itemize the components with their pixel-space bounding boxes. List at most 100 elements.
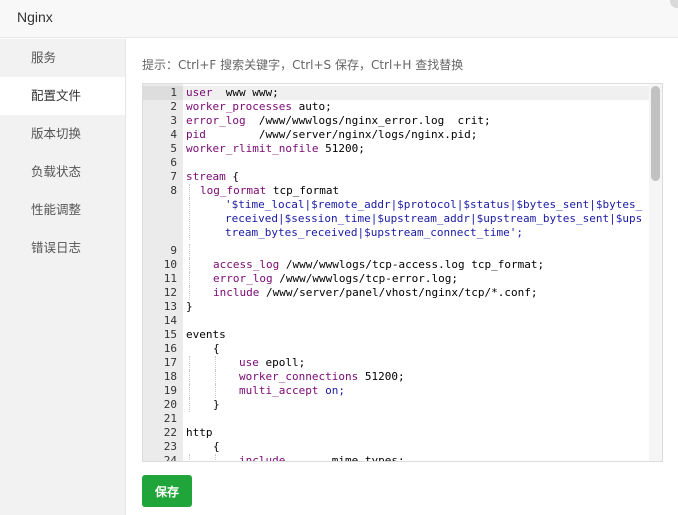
line-number: 18	[163, 370, 177, 383]
log-format-string: '$time_local|$remote_addr|$protocol|$sta…	[225, 198, 643, 239]
block-name: stream	[186, 170, 226, 183]
indent-guide	[189, 198, 190, 240]
shortcut-hint: 提示：Ctrl+F 搜索关键字，Ctrl+S 保存，Ctrl+H 查找替换	[142, 58, 464, 72]
line-number: 9	[170, 244, 177, 257]
line-number: 10	[163, 258, 177, 271]
directive-value: /www/wwwlogs/tcp-error.log;	[272, 272, 459, 285]
line-number: 1	[143, 86, 183, 100]
code-line[interactable]: 1 user www www;	[143, 86, 649, 100]
directive: error_log	[213, 272, 273, 285]
brace: {	[225, 170, 239, 183]
indent-guide	[189, 184, 190, 198]
editor-scrollbar[interactable]	[649, 84, 662, 461]
line-number	[143, 198, 183, 240]
close-icon[interactable]	[670, 0, 678, 8]
code-line[interactable]: 23 {	[143, 440, 649, 454]
code-line[interactable]: 9	[143, 244, 649, 258]
directive: worker_rlimit_nofile	[186, 142, 319, 155]
directive: use	[239, 356, 259, 369]
code-line[interactable]: 14	[143, 314, 649, 328]
code-line[interactable]: 22 http	[143, 426, 649, 440]
sidebar-item-error-log[interactable]: 错误日志	[0, 229, 125, 267]
directive: worker_processes	[186, 100, 292, 113]
line-number: 17	[163, 356, 177, 369]
sidebar-item-performance-tuning[interactable]: 性能调整	[0, 191, 125, 229]
code-line[interactable]: 7 stream {	[143, 170, 649, 184]
line-number: 13	[163, 300, 177, 313]
line-number: 4	[170, 128, 177, 141]
main-content: 提示：Ctrl+F 搜索关键字，Ctrl+S 保存，Ctrl+H 查找替换 1 …	[127, 39, 678, 515]
code-line[interactable]: 4 pid /www/server/nginx/logs/nginx.pid;	[143, 128, 649, 142]
code-line[interactable]: 12 include /www/server/panel/vhost/nginx…	[143, 286, 649, 300]
indent-guide	[215, 384, 216, 398]
sidebar-item-load-status[interactable]: 负载状态	[0, 153, 125, 191]
code-line[interactable]: 18 worker_connections 51200;	[143, 370, 649, 384]
code-line[interactable]: 8 log_format tcp_format	[143, 184, 649, 198]
line-number: 2	[170, 100, 177, 113]
directive: include	[239, 454, 286, 462]
brace: }	[186, 300, 193, 313]
code-editor[interactable]: 1 user www www; 2 worker_processes auto;…	[142, 83, 663, 462]
block-name: http	[186, 426, 213, 439]
code-line[interactable]: 24 include mime.types;	[143, 454, 649, 462]
indent-guide	[189, 398, 190, 412]
directive-value: /www/server/panel/vhost/nginx/tcp/*.conf…	[259, 286, 538, 299]
code-line[interactable]: 15 events	[143, 328, 649, 342]
directive: multi_accept	[239, 384, 319, 397]
directive-value: auto;	[291, 100, 332, 113]
code-line[interactable]: 3 error_log /www/wwwlogs/nginx_error.log…	[143, 114, 649, 128]
directive: log_format	[200, 184, 267, 197]
save-button[interactable]: 保存	[142, 475, 192, 507]
brace: {	[213, 440, 220, 453]
line-number: 7	[170, 170, 177, 183]
indent-guide	[189, 272, 190, 286]
brace: {	[213, 342, 220, 355]
code-line[interactable]: '$time_local|$remote_addr|$protocol|$sta…	[143, 198, 649, 240]
code-lines[interactable]: 1 user www www; 2 worker_processes auto;…	[143, 86, 649, 462]
line-number: 5	[170, 142, 177, 155]
directive-value: 51200;	[318, 142, 365, 155]
line-number: 12	[163, 286, 177, 299]
scrollbar-thumb[interactable]	[651, 86, 660, 181]
line-number: 8	[170, 184, 177, 197]
directive-value: epoll;	[258, 356, 306, 369]
indent-guide	[189, 286, 190, 300]
indent-guide	[189, 370, 190, 384]
window-titlebar: Nginx	[0, 0, 678, 38]
line-number: 16	[163, 342, 177, 355]
code-line[interactable]: 10 access_log /www/wwwlogs/tcp-access.lo…	[143, 258, 649, 272]
directive: user	[186, 86, 213, 99]
directive: pid	[186, 128, 206, 141]
directive: worker_connections	[239, 370, 359, 383]
brace: }	[213, 398, 220, 411]
code-line[interactable]: 13 }	[143, 300, 649, 314]
code-line[interactable]: 6	[143, 156, 649, 170]
indent-guide	[189, 454, 190, 461]
code-line[interactable]: 2 worker_processes auto;	[143, 100, 649, 114]
block-name: events	[186, 328, 226, 341]
code-line[interactable]: 19 multi_accept on;	[143, 384, 649, 398]
line-number: 11	[163, 272, 177, 285]
window-title: Nginx	[17, 9, 53, 25]
line-number: 19	[163, 384, 177, 397]
directive: include	[213, 286, 260, 299]
code-line[interactable]: 20 }	[143, 398, 649, 412]
directive-value: www www;	[212, 86, 279, 99]
sidebar-item-config-file[interactable]: 配置文件	[0, 77, 125, 115]
code-line[interactable]: 5 worker_rlimit_nofile 51200;	[143, 142, 649, 156]
line-number: 3	[170, 114, 177, 127]
code-line[interactable]: 17 use epoll;	[143, 356, 649, 370]
indent-guide	[215, 454, 216, 461]
indent-guide	[189, 356, 190, 370]
code-line[interactable]: 11 error_log /www/wwwlogs/tcp-error.log;	[143, 272, 649, 286]
code-line[interactable]: 16 {	[143, 342, 649, 356]
directive: error_log	[186, 114, 246, 127]
sidebar-item-version-switch[interactable]: 版本切换	[0, 115, 125, 153]
directive-value: mime.types;	[285, 454, 405, 462]
line-number: 15	[163, 328, 177, 341]
sidebar-item-service[interactable]: 服务	[0, 39, 125, 77]
line-number: 14	[163, 314, 177, 327]
indent-guide	[189, 384, 190, 398]
code-line[interactable]: 21	[143, 412, 649, 426]
line-number: 24	[163, 454, 177, 462]
